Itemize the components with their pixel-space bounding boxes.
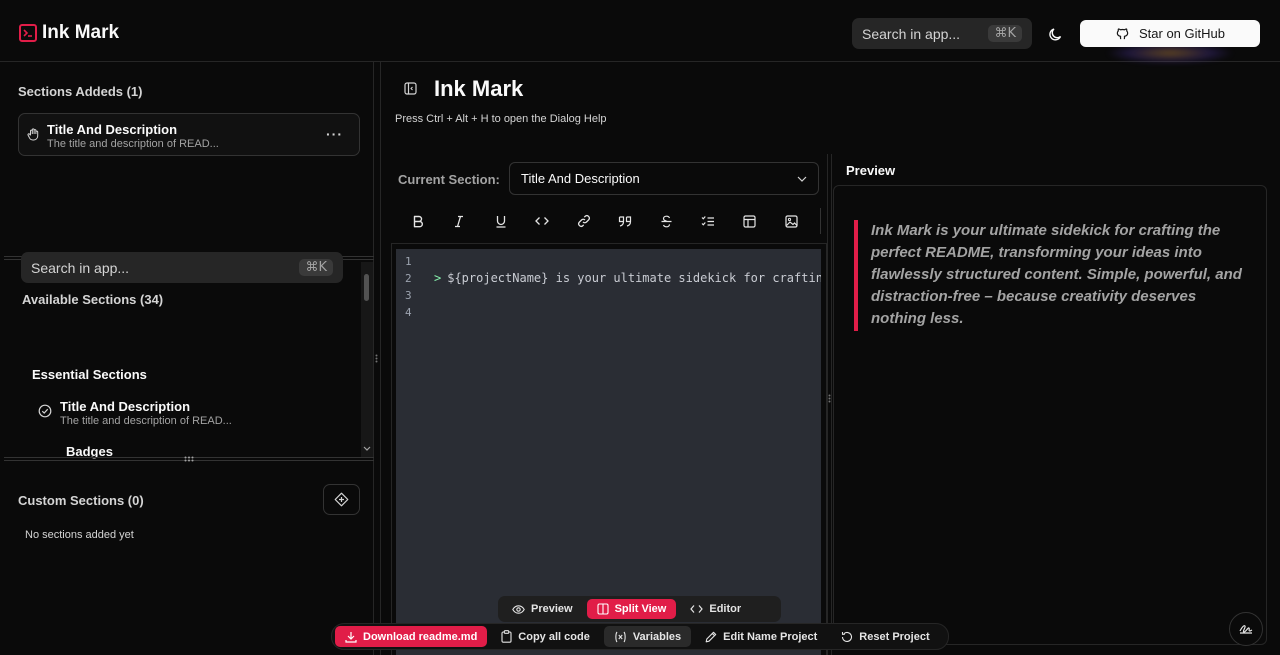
sidebar-scrollbar[interactable]: [361, 262, 373, 458]
added-section-title: Title And Description: [47, 122, 178, 137]
sidebar-search-placeholder: Search in app...: [31, 259, 130, 276]
table-icon[interactable]: [729, 205, 771, 237]
added-sections-title: Sections Addeds (1): [18, 84, 143, 99]
bold-icon[interactable]: [397, 205, 439, 237]
variables-button[interactable]: Variables: [603, 626, 692, 647]
added-section-desc: The title and description of READ...: [47, 138, 219, 150]
resize-grip-icon-2[interactable]: [184, 456, 194, 462]
download-icon: [345, 631, 357, 643]
markdown-toolbar: [397, 204, 824, 238]
vertical-grip-icon[interactable]: [375, 354, 378, 363]
clipboard-icon: [501, 630, 512, 643]
more-options-icon[interactable]: ···: [326, 126, 343, 142]
header-search-input[interactable]: Search in app... ⌘K: [852, 18, 1032, 49]
reset-project-button[interactable]: Reset Project: [831, 626, 939, 647]
preview-view-label: Preview: [531, 603, 573, 615]
current-section-label: Current Section:: [398, 172, 500, 187]
reset-icon: [842, 631, 853, 642]
line-number: 3: [405, 289, 412, 302]
code-editor[interactable]: 1 2 3 4 > ${projectName} is your ultimate…: [396, 249, 821, 655]
scroll-down-icon[interactable]: [363, 446, 371, 452]
line-number: 2: [405, 272, 412, 285]
header-search-placeholder: Search in app...: [862, 25, 961, 42]
reset-project-label: Reset Project: [859, 630, 930, 643]
split-view-label: Split View: [614, 603, 667, 615]
available-section-desc: The title and description of READ...: [60, 415, 232, 427]
current-section-select[interactable]: Title And Description: [509, 162, 819, 195]
underline-icon[interactable]: [480, 205, 522, 237]
eye-icon: [512, 604, 525, 614]
strikethrough-icon[interactable]: [646, 205, 688, 237]
download-readme-label: Download readme.md: [363, 630, 478, 643]
vertical-grip-icon-2[interactable]: [828, 394, 831, 403]
available-section-title: Title And Description: [60, 399, 191, 414]
variable-icon: [615, 631, 626, 642]
sidebar-search-input[interactable]: Search in app... ⌘K: [21, 252, 343, 283]
brand-name: Ink Mark: [42, 22, 120, 43]
page-title: Ink Mark: [434, 76, 524, 101]
editor-view-label: Editor: [709, 603, 742, 615]
scrollbar-thumb[interactable]: [364, 274, 369, 301]
help-hint: Press Ctrl + Alt + H to open the Dialog …: [395, 113, 607, 125]
line-number: 4: [405, 306, 412, 319]
line-number: 1: [405, 255, 412, 268]
editor-preview-resizer[interactable]: [827, 154, 832, 655]
sidebar-search-shortcut: ⌘K: [299, 259, 333, 276]
added-section-card[interactable]: Title And Description The title and desc…: [18, 113, 360, 156]
split-view-icon: [597, 603, 609, 615]
available-sections-title: Available Sections (34): [22, 292, 164, 307]
current-section-value: Title And Description: [521, 171, 640, 186]
theme-toggle-moon-icon[interactable]: [1046, 24, 1066, 44]
preview-view-button[interactable]: Preview: [502, 599, 583, 619]
link-icon[interactable]: [563, 205, 605, 237]
star-on-github-button[interactable]: Star on GitHub: [1080, 20, 1260, 47]
sidebar-resizer[interactable]: [374, 62, 381, 655]
add-custom-section-button[interactable]: [323, 484, 360, 515]
header-search-shortcut: ⌘K: [988, 25, 1022, 42]
editor-view-button[interactable]: Editor: [680, 599, 751, 619]
chevron-down-icon: [797, 176, 807, 182]
brand[interactable]: Ink Mark: [19, 22, 119, 44]
code-icon: [690, 605, 704, 613]
terminal-logo-icon: [19, 24, 37, 42]
signature-icon: [1239, 625, 1253, 634]
download-readme-button[interactable]: Download readme.md: [335, 626, 488, 647]
italic-icon[interactable]: [439, 205, 481, 237]
essential-sections-title: Essential Sections: [32, 367, 147, 382]
github-icon: [1116, 28, 1129, 40]
variables-label: Variables: [632, 630, 682, 643]
github-button-label: Star on GitHub: [1139, 26, 1225, 41]
custom-sections-empty: No sections added yet: [25, 529, 134, 541]
action-bar: Download readme.md Copy all code Variabl…: [331, 623, 949, 650]
top-header: Ink Mark Search in app... ⌘K Star on Git…: [0, 0, 1280, 64]
edit-name-project-label: Edit Name Project: [723, 630, 818, 643]
blockquote-marker: >: [434, 271, 442, 285]
view-mode-bar: Preview Split View Editor: [498, 596, 781, 622]
app-root: Ink Mark Search in app... ⌘K Star on Git…: [0, 0, 1280, 655]
left-sidebar: Sections Addeds (1) Title And Descriptio…: [0, 62, 374, 655]
task-list-icon[interactable]: [688, 205, 730, 237]
sidebar-panel-toggle-icon[interactable]: [404, 82, 417, 100]
diamond-plus-icon: [334, 492, 349, 507]
code-text: ${projectName} is your ultimate sidekick…: [447, 271, 821, 285]
code-line[interactable]: > ${projectName} is your ultimate sidekic…: [434, 271, 821, 285]
copy-all-code-label: Copy all code: [518, 630, 590, 643]
code-icon[interactable]: [522, 205, 564, 237]
split-view-button[interactable]: Split View: [586, 599, 677, 619]
edit-name-project-button[interactable]: Edit Name Project: [695, 626, 827, 647]
pencil-icon: [705, 631, 717, 642]
blockquote-bar: [854, 220, 858, 331]
custom-sections-title: Custom Sections (0): [18, 493, 144, 508]
quote-icon[interactable]: [605, 205, 647, 237]
toolbar-separator: [820, 208, 821, 234]
check-circle-icon: [38, 404, 52, 423]
preview-title: Preview: [846, 163, 896, 178]
floating-ink-button[interactable]: [1229, 612, 1263, 646]
preview-quote: Ink Mark is your ultimate sidekick for c…: [871, 222, 1242, 327]
drag-hand-icon[interactable]: [26, 127, 40, 146]
image-icon[interactable]: [771, 205, 813, 237]
copy-all-code-button[interactable]: Copy all code: [491, 626, 600, 647]
